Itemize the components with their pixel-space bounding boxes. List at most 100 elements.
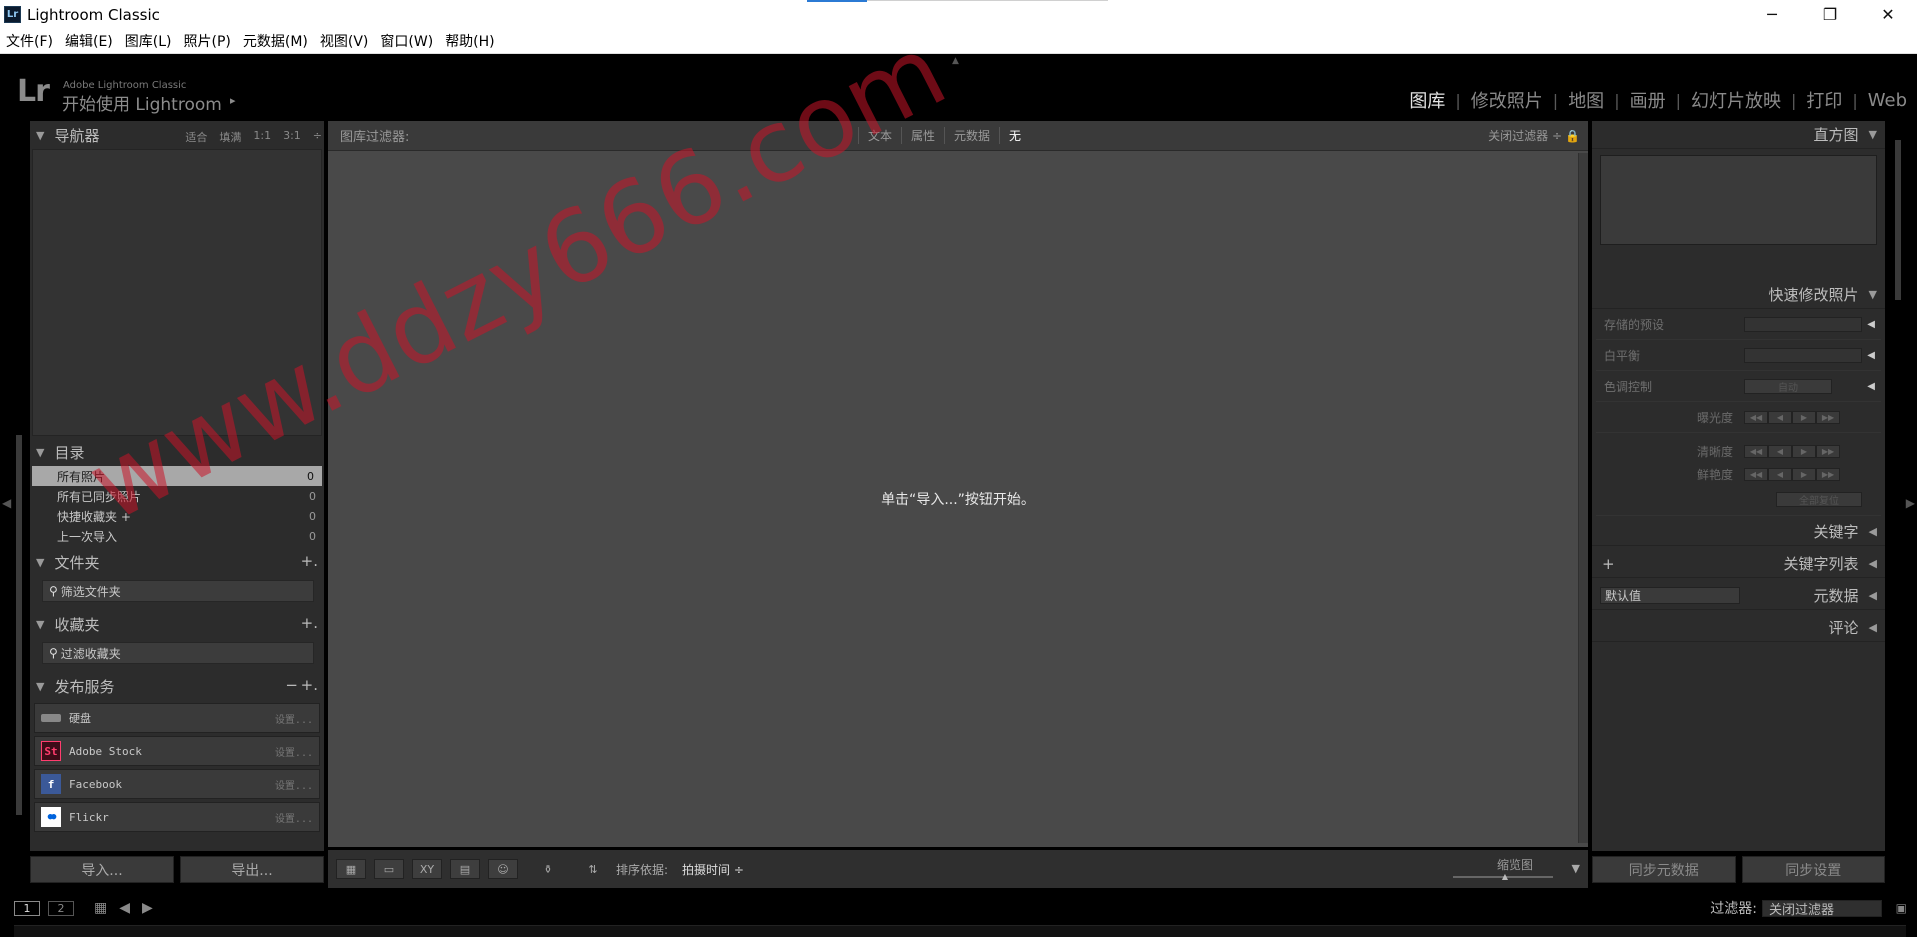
service-setup-link[interactable]: 设置... — [275, 810, 313, 825]
grid-view-icon[interactable]: ▦ — [94, 900, 107, 916]
qd-step-button[interactable]: ▶▶ — [1816, 467, 1840, 481]
get-started-link[interactable]: 开始使用 Lightroom — [62, 90, 222, 115]
sort-dropdown[interactable]: 拍摄时间 ÷ — [682, 861, 744, 878]
qd-step-button[interactable]: ▶ — [1792, 467, 1816, 481]
collapse-triangle-icon[interactable]: ▼ — [36, 446, 44, 459]
publish-service-harddrive[interactable]: 硬盘 设置... — [34, 703, 320, 733]
menu-view[interactable]: 视图(V) — [314, 31, 375, 51]
module-slideshow[interactable]: 幻灯片放映 — [1681, 87, 1791, 113]
survey-view-icon[interactable]: ▤ — [450, 859, 480, 879]
menu-window[interactable]: 窗口(W) — [374, 31, 439, 51]
collapse-triangle-icon[interactable]: ▼ — [1869, 288, 1877, 301]
filter-none[interactable]: 无 — [999, 127, 1030, 144]
sort-direction-icon[interactable]: ⇅ — [578, 859, 608, 879]
comments-header[interactable]: 评论 ◀ — [1592, 614, 1885, 642]
import-button[interactable]: 导入... — [30, 856, 174, 883]
qd-step-button[interactable]: ◀ — [1768, 410, 1792, 424]
expand-triangle-icon[interactable]: ◀ — [1869, 621, 1877, 634]
service-setup-link[interactable]: 设置... — [275, 744, 313, 759]
publish-service-adobe-stock[interactable]: St Adobe Stock 设置... — [34, 736, 320, 766]
publish-service-flickr[interactable]: ●● Flickr 设置... — [34, 802, 320, 832]
collection-filter-input[interactable]: ⚲ 过滤收藏夹 — [42, 642, 314, 664]
painter-icon[interactable]: ⚱ — [538, 859, 558, 879]
filmstrip-filter-dropdown[interactable]: 关闭过滤器 — [1762, 899, 1882, 918]
nav-1to1[interactable]: 1:1 — [253, 129, 271, 145]
collapse-top-arrow-icon[interactable]: ▲ — [952, 56, 959, 66]
navigator-header[interactable]: ▼ 导航器 适合 填满 1:1 3:1 ÷ — [30, 121, 324, 149]
expand-triangle-icon[interactable]: ◀ — [1869, 525, 1877, 538]
filter-attribute[interactable]: 属性 — [901, 127, 944, 144]
module-map[interactable]: 地图 — [1558, 87, 1614, 113]
filmstrip-filter-toggle-icon[interactable]: ▣ — [1896, 901, 1907, 915]
qd-expand-icon[interactable]: ◀ — [1867, 381, 1875, 392]
qd-step-button[interactable]: ▶▶ — [1816, 410, 1840, 424]
add-collection-icon[interactable]: +. — [301, 614, 318, 632]
qd-preset-select[interactable] — [1744, 316, 1862, 332]
qd-step-button[interactable]: ◀ — [1768, 445, 1792, 458]
qd-expand-icon[interactable]: ◀ — [1867, 350, 1875, 361]
toolbar-options-dropdown-icon[interactable]: ▼ — [1572, 862, 1580, 875]
menu-metadata[interactable]: 元数据(M) — [237, 31, 314, 51]
keywording-header[interactable]: 关键字 ◀ — [1592, 518, 1885, 546]
collections-header[interactable]: ▼ 收藏夹 +. — [30, 610, 324, 638]
left-panel-toggle-icon[interactable]: ◀ — [2, 496, 11, 510]
grid-view-icon[interactable]: ▦ — [336, 859, 366, 879]
qd-step-button[interactable]: ▶▶ — [1816, 445, 1840, 458]
module-web[interactable]: Web — [1858, 90, 1917, 111]
collapse-triangle-icon[interactable]: ▼ — [1869, 128, 1877, 141]
qd-step-button[interactable]: ◀◀ — [1744, 467, 1768, 481]
qd-expand-icon[interactable]: ◀ — [1867, 319, 1875, 330]
qd-step-button[interactable]: ▶ — [1792, 445, 1816, 458]
filter-text[interactable]: 文本 — [858, 127, 901, 144]
qd-reset-all-button[interactable]: 全部复位 — [1776, 492, 1862, 507]
module-print[interactable]: 打印 — [1796, 87, 1852, 113]
nav-zoom-dropdown-icon[interactable]: ÷ — [313, 129, 322, 145]
collapse-triangle-icon[interactable]: ▼ — [36, 618, 44, 631]
collapse-triangle-icon[interactable]: ▼ — [36, 129, 44, 142]
grid-scrollbar[interactable] — [1578, 153, 1588, 843]
expand-triangle-icon[interactable]: ◀ — [1869, 589, 1877, 602]
keyword-list-header[interactable]: + 关键字列表 ◀ — [1592, 550, 1885, 578]
right-panel-toggle-icon[interactable]: ▶ — [1906, 496, 1915, 510]
menu-file[interactable]: 文件(F) — [0, 31, 59, 51]
nav-3to1[interactable]: 3:1 — [283, 129, 301, 145]
collapse-triangle-icon[interactable]: ▼ — [36, 680, 44, 693]
slider-knob-icon[interactable]: ▲ — [1502, 872, 1508, 881]
module-book[interactable]: 画册 — [1620, 87, 1676, 113]
add-service-icon[interactable]: +. — [301, 676, 318, 694]
forward-arrow-icon[interactable]: ▶ — [142, 900, 153, 916]
get-started-arrow-icon[interactable]: ▸ — [230, 94, 236, 107]
qd-step-button[interactable]: ◀◀ — [1744, 445, 1768, 458]
publish-service-facebook[interactable]: f Facebook 设置... — [34, 769, 320, 799]
histogram-header[interactable]: 直方图 ▼ — [1592, 121, 1885, 149]
qd-step-button[interactable]: ◀◀ — [1744, 410, 1768, 424]
catalog-item-previous-import[interactable]: 上一次导入 0 — [30, 526, 324, 546]
metadata-header[interactable]: 默认值 元数据 ◀ — [1592, 582, 1885, 610]
catalog-item-quick-collection[interactable]: 快捷收藏夹 + 0 — [30, 506, 324, 526]
catalog-item-synced[interactable]: 所有已同步照片 0 — [30, 486, 324, 506]
primary-window-button[interactable]: 1 — [14, 900, 40, 916]
expand-triangle-icon[interactable]: ◀ — [1869, 557, 1877, 570]
export-button[interactable]: 导出... — [180, 856, 324, 883]
compare-view-icon[interactable]: XY — [412, 859, 442, 879]
folders-header[interactable]: ▼ 文件夹 +. — [30, 548, 324, 576]
nav-fit[interactable]: 适合 — [185, 129, 207, 145]
sync-metadata-button[interactable]: 同步元数据 — [1592, 856, 1736, 883]
people-view-icon[interactable]: ☺ — [488, 859, 518, 879]
secondary-window-button[interactable]: 2 — [48, 900, 74, 916]
lock-icon[interactable]: 🔒 — [1565, 129, 1580, 143]
qd-step-button[interactable]: ▶ — [1792, 410, 1816, 424]
qd-auto-button[interactable]: 自动 — [1744, 378, 1832, 394]
module-library[interactable]: 图库 — [1399, 87, 1455, 113]
left-panel-scrollbar[interactable] — [16, 435, 22, 815]
menu-edit[interactable]: 编辑(E) — [59, 31, 119, 51]
metadata-preset-dropdown[interactable]: 默认值 — [1600, 587, 1740, 604]
qd-wb-select[interactable] — [1744, 347, 1862, 363]
restore-button[interactable]: ❐ — [1801, 0, 1859, 29]
catalog-item-all-photos[interactable]: 所有照片 0 — [32, 466, 322, 486]
catalog-header[interactable]: ▼ 目录 — [30, 438, 324, 466]
loupe-view-icon[interactable]: ▭ — [374, 859, 404, 879]
menu-help[interactable]: 帮助(H) — [439, 31, 500, 51]
right-panel-scrollbar[interactable] — [1895, 140, 1901, 300]
filter-metadata[interactable]: 元数据 — [944, 127, 999, 144]
